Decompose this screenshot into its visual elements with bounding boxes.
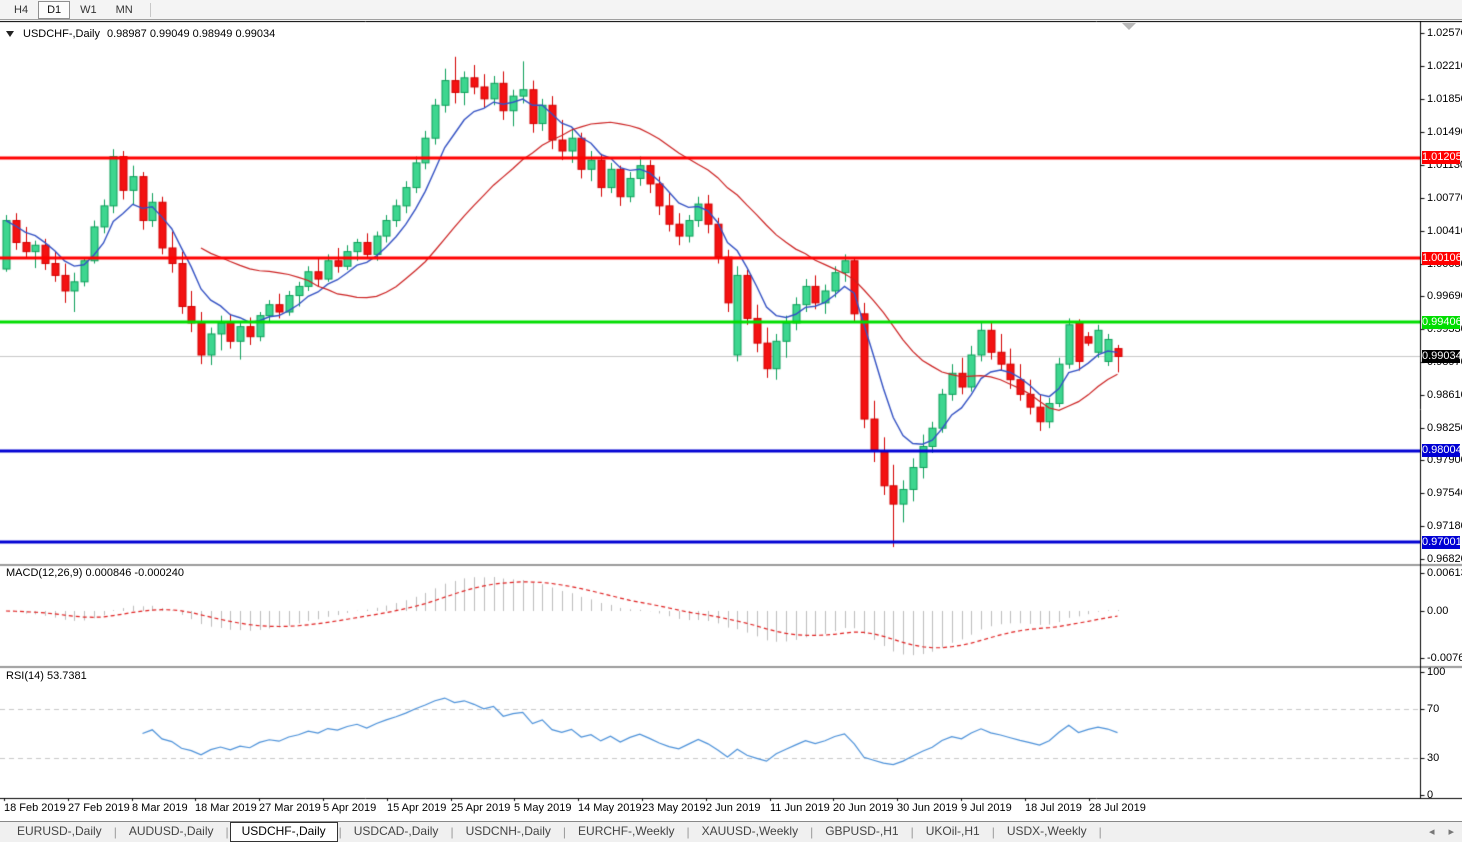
price-tick-label: 0.97540 [1427, 487, 1462, 499]
timeframe-button-w1[interactable]: W1 [71, 1, 106, 19]
timeframe-button-h4[interactable]: H4 [5, 1, 37, 19]
tab-separator: | [1098, 825, 1103, 839]
date-label: 18 Jul 2019 [1025, 802, 1082, 814]
macd-indicator-label: MACD(12,26,9) 0.000846 -0.000240 [6, 567, 184, 579]
tab-audusd-daily[interactable]: AUDUSD-,Daily [118, 823, 225, 841]
date-label: 27 Feb 2019 [68, 802, 130, 814]
price-tick-label: 0.97180 [1427, 520, 1462, 532]
price-tick-label: 0.98250 [1427, 422, 1462, 434]
date-label: 2 Jun 2019 [706, 802, 760, 814]
price-tick-label: 1.02570 [1427, 27, 1462, 39]
date-label: 5 May 2019 [514, 802, 571, 814]
symbol-label: USDCHF-,Daily [23, 28, 100, 40]
date-label: 5 Apr 2019 [323, 802, 376, 814]
price-level-badge: 0.98004 [1422, 444, 1460, 457]
chart-window: USDCHF-,Daily 0.98987 0.99049 0.98949 0.… [0, 21, 1462, 821]
chart-tab-bar: EURUSD-,Daily|AUDUSD-,Daily|USDCHF-,Dail… [0, 821, 1462, 842]
date-label: 18 Feb 2019 [4, 802, 66, 814]
price-tick-label: 1.01850 [1427, 93, 1462, 105]
price-tick-label: 1.00410 [1427, 225, 1462, 237]
tab-usdcnh-daily[interactable]: USDCNH-,Daily [455, 823, 562, 841]
date-label: 9 Jul 2019 [961, 802, 1012, 814]
rsi-tick-label: 30 [1427, 752, 1439, 764]
tab-ukoil-h1[interactable]: UKOil-,H1 [915, 823, 991, 841]
date-label: 18 Mar 2019 [195, 802, 257, 814]
rsi-indicator-label: RSI(14) 53.7381 [6, 670, 87, 682]
date-label: 20 Jun 2019 [833, 802, 894, 814]
toolbar-separator [150, 3, 151, 17]
macd-tick-label: 0.00 [1427, 605, 1448, 617]
tab-scroll-left-icon[interactable]: ◂ [1429, 825, 1435, 839]
tab-xauusd-weekly[interactable]: XAUUSD-,Weekly [691, 823, 809, 841]
chart-title: USDCHF-,Daily 0.98987 0.99049 0.98949 0.… [6, 28, 275, 40]
date-label: 15 Apr 2019 [387, 802, 446, 814]
date-label: 23 May 2019 [642, 802, 706, 814]
timeframe-button-mn[interactable]: MN [107, 1, 142, 19]
rsi-tick-label: 0 [1427, 789, 1433, 801]
rsi-tick-label: 70 [1427, 703, 1439, 715]
price-level-badge: 1.00106 [1422, 252, 1460, 265]
date-label: 27 Mar 2019 [259, 802, 321, 814]
macd-tick-label: 0.00613 [1427, 567, 1462, 579]
price-level-badge: 0.99406 [1422, 316, 1460, 329]
price-level-badge: 0.97001 [1422, 536, 1460, 549]
date-label: 30 Jun 2019 [897, 802, 958, 814]
timeframe-button-d1[interactable]: D1 [38, 1, 70, 19]
price-tick-label: 1.00770 [1427, 192, 1462, 204]
tab-usdx-weekly[interactable]: USDX-,Weekly [996, 823, 1098, 841]
ohlc-values: 0.98987 0.99049 0.98949 0.99034 [107, 28, 275, 40]
price-tick-label: 0.98610 [1427, 389, 1462, 401]
macd-tick-label: -0.007612 [1427, 652, 1462, 664]
price-tick-label: 0.99690 [1427, 290, 1462, 302]
price-tick-label: 1.02210 [1427, 60, 1462, 72]
tab-scroll-arrows: ◂ ▸ [1429, 825, 1454, 839]
tab-usdcad-daily[interactable]: USDCAD-,Daily [343, 823, 450, 841]
date-label: 28 Jul 2019 [1089, 802, 1146, 814]
tab-eurusd-daily[interactable]: EURUSD-,Daily [6, 823, 113, 841]
date-label: 11 Jun 2019 [770, 802, 830, 814]
tab-eurchf-weekly[interactable]: EURCHF-,Weekly [567, 823, 685, 841]
price-tick-label: 1.01490 [1427, 126, 1462, 138]
chart-dropdown-icon[interactable] [6, 31, 14, 37]
date-label: 25 Apr 2019 [451, 802, 510, 814]
tab-gbpusd-h1[interactable]: GBPUSD-,H1 [814, 823, 909, 841]
price-level-badge: 1.01205 [1422, 151, 1460, 164]
date-label: 14 May 2019 [578, 802, 642, 814]
date-label: 8 Mar 2019 [132, 802, 188, 814]
price-chart-canvas[interactable] [0, 21, 1462, 821]
timeframe-toolbar: H4D1W1MN [0, 0, 1462, 20]
tab-usdchf-daily[interactable]: USDCHF-,Daily [230, 822, 338, 842]
price-tick-label: 0.96820 [1427, 553, 1462, 565]
tab-scroll-right-icon[interactable]: ▸ [1448, 825, 1454, 839]
chart-shift-icon[interactable] [1122, 23, 1136, 30]
current-price-badge: 0.99034 [1422, 350, 1460, 363]
rsi-tick-label: 100 [1427, 666, 1445, 678]
